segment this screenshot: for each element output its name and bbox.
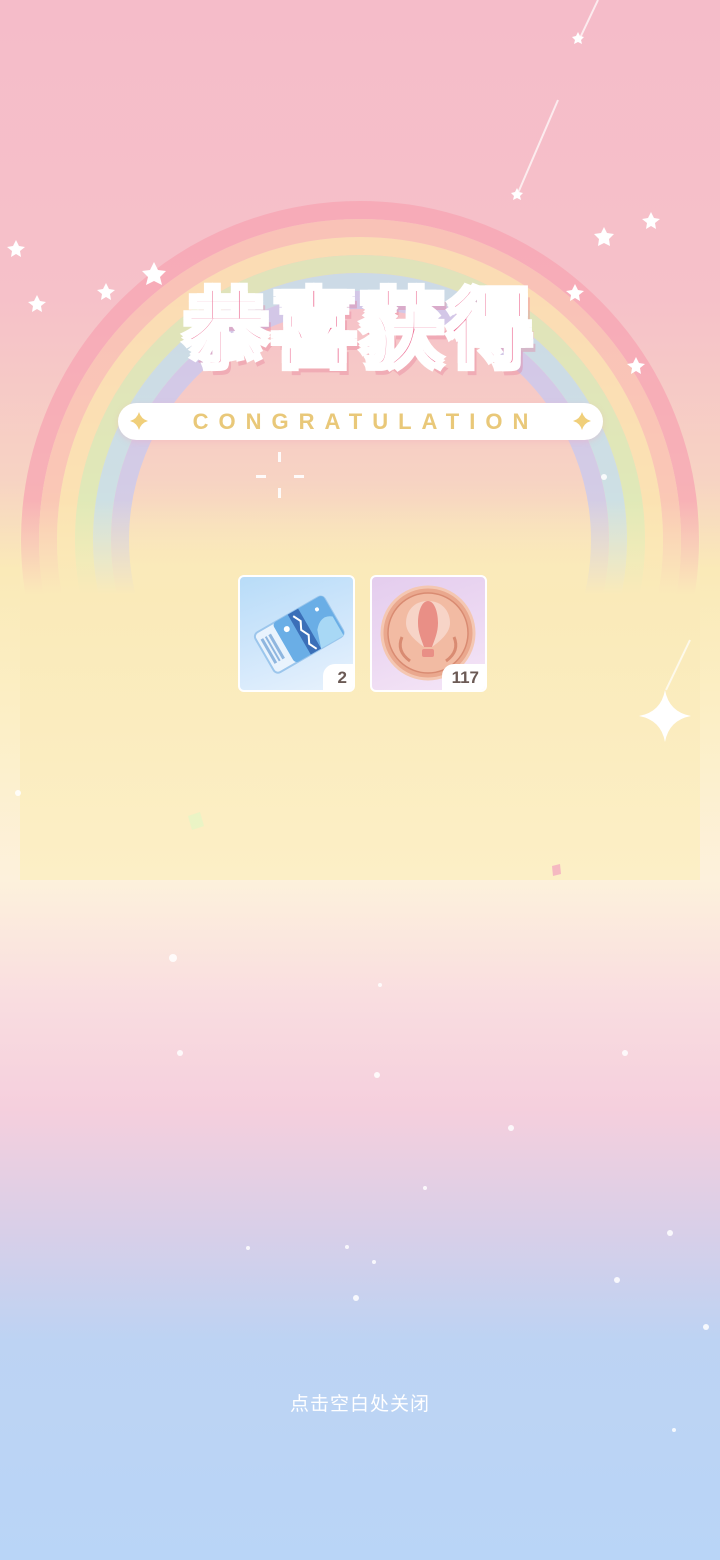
reward-item-medal[interactable]: 117 [370,575,487,692]
sparkle-decorations [7,0,709,1432]
reward-quantity: 2 [323,664,353,690]
popup-subtitle: CONGRATULATION [192,408,539,434]
sparkle-icon [573,412,591,430]
popup-title: 恭喜获得 [182,280,536,381]
close-hint-text: 点击空白处关闭 [289,1393,430,1415]
title-container: 恭喜获得 [140,270,580,400]
subtitle-banner: CONGRATULATION [118,403,603,440]
reward-list: 2 117 [238,575,488,693]
reward-item-ticket[interactable]: 2 [238,575,355,692]
reward-quantity: 117 [441,664,485,690]
sparkle-icon [130,412,148,430]
